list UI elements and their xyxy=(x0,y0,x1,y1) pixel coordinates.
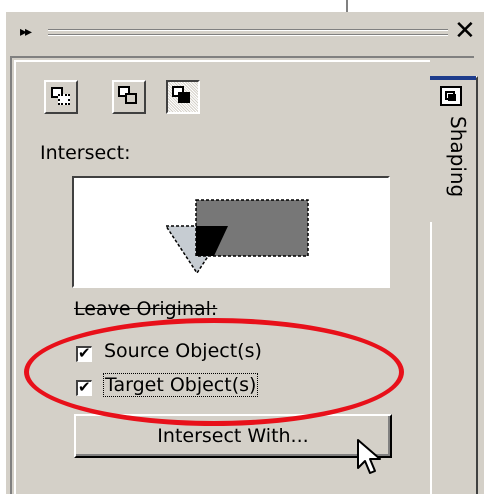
mouse-cursor-icon xyxy=(357,439,381,474)
tab-area-edge xyxy=(430,222,432,494)
panel-border xyxy=(10,56,474,58)
close-icon[interactable]: ✕ xyxy=(454,18,476,44)
intersect-preview xyxy=(72,176,390,288)
annotation-ellipse xyxy=(24,318,404,426)
leave-original-text: Leave Original: xyxy=(74,298,218,320)
tab-area-edge xyxy=(476,222,478,494)
tab-label-container: Shaping xyxy=(436,116,476,216)
title-grip xyxy=(48,30,448,31)
preview-graphic xyxy=(164,199,309,275)
intersect-icon-part xyxy=(178,92,190,103)
trim-button[interactable] xyxy=(112,80,146,114)
leave-original-label: Leave Original: xyxy=(74,298,217,320)
section-heading: Intersect: xyxy=(40,142,131,164)
panel-border xyxy=(10,56,12,494)
shaping-docker-icon-part xyxy=(448,94,456,101)
title-grip xyxy=(48,35,448,36)
window-edge-top xyxy=(0,0,484,12)
tab-active-stripe xyxy=(430,76,476,80)
window-edge-left xyxy=(0,0,6,494)
double-chevron-right-icon[interactable]: ▸▸ xyxy=(20,24,32,40)
weld-icon-part xyxy=(58,94,70,105)
window-divider xyxy=(346,0,348,12)
trim-icon-part xyxy=(125,93,137,104)
weld-button[interactable] xyxy=(44,80,78,114)
tab-shaping-label: Shaping xyxy=(446,116,470,198)
intersect-button[interactable] xyxy=(166,80,200,114)
